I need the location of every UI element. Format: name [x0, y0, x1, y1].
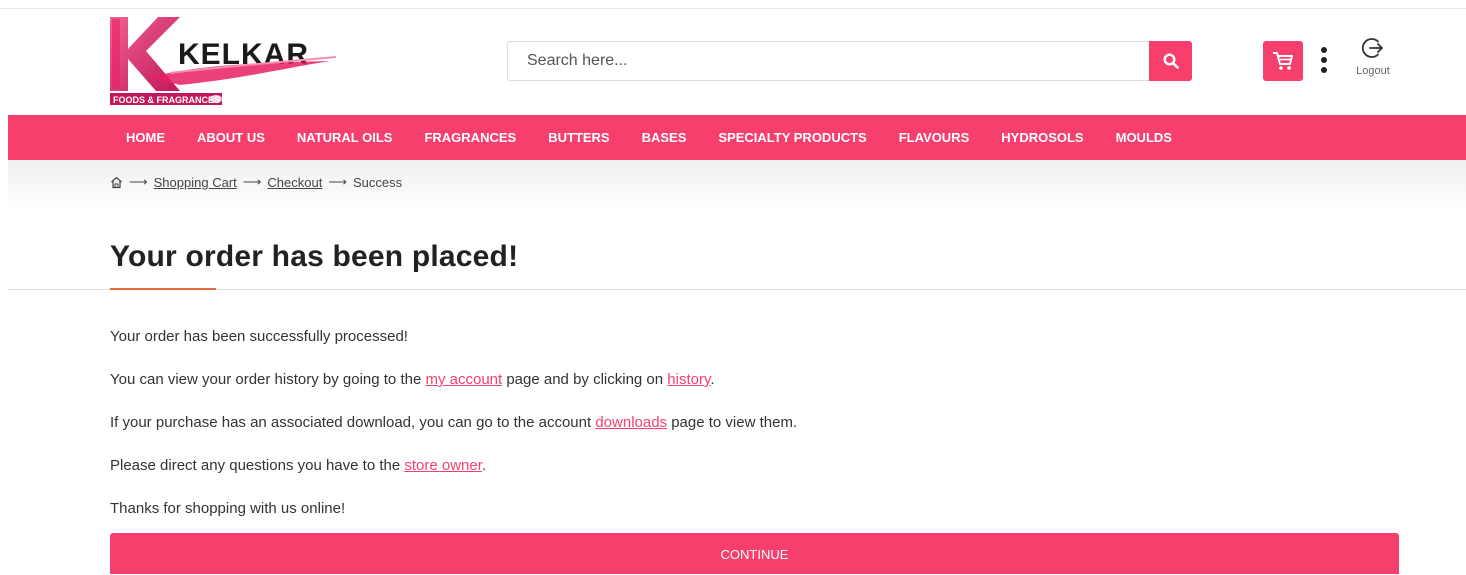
search-icon: [1162, 53, 1179, 69]
nav-item-bases[interactable]: BASES: [642, 115, 687, 160]
title-divider: [8, 289, 1466, 290]
more-dots-icon: [1321, 47, 1327, 53]
nav-item-hydrosols[interactable]: HYDROSOLS: [1001, 115, 1083, 160]
arrow-right-icon: ⟶: [328, 174, 347, 189]
nav-item-specialty-products[interactable]: SPECIALTY PRODUCTS: [718, 115, 866, 160]
downloads-link[interactable]: downloads: [595, 414, 667, 431]
kelkar-logo[interactable]: KELKAR FOODS & FRAGRANCES: [110, 17, 336, 105]
message-questions: Please direct any questions you have to …: [110, 457, 487, 474]
more-menu-button[interactable]: [1316, 44, 1332, 78]
nav-item-home[interactable]: HOME: [126, 115, 165, 160]
message-history: You can view your order history by going…: [110, 371, 715, 388]
message-processed: Your order has been successfully process…: [110, 328, 408, 345]
breadcrumb-checkout[interactable]: Checkout: [267, 175, 322, 190]
nav-item-butters[interactable]: BUTTERS: [548, 115, 609, 160]
success-message: Your order has been successfully process…: [110, 325, 797, 540]
cart-button[interactable]: [1263, 41, 1303, 81]
search-button[interactable]: [1149, 41, 1192, 81]
logout-icon: [1361, 38, 1383, 58]
page-title: Your order has been placed!: [110, 240, 519, 273]
main-nav: HOME ABOUT US NATURAL OILS FRAGRANCES BU…: [8, 115, 1466, 160]
title-accent-underline: [110, 288, 216, 290]
home-icon[interactable]: [110, 176, 123, 189]
arrow-right-icon: ⟶: [242, 174, 262, 189]
logout-label: Logout: [1356, 65, 1390, 77]
arrow-right-icon: ⟶: [129, 174, 148, 189]
history-link[interactable]: history: [667, 371, 710, 388]
my-account-link[interactable]: my account: [425, 371, 502, 388]
nav-item-fragrances[interactable]: FRAGRANCES: [424, 115, 516, 160]
logo-tagline: FOODS & FRAGRANCES: [113, 95, 220, 105]
breadcrumb-success: Success: [352, 174, 403, 190]
cart-icon: [1273, 52, 1293, 70]
nav-item-flavours[interactable]: FLAVOURS: [899, 115, 970, 160]
message-downloads: If your purchase has an associated downl…: [110, 414, 798, 431]
top-divider: [0, 8, 1466, 9]
breadcrumb-shopping-cart[interactable]: Shopping Cart: [154, 175, 237, 190]
store-owner-link[interactable]: store owner: [404, 457, 482, 474]
nav-item-natural-oils[interactable]: NATURAL OILS: [297, 115, 393, 160]
search-bar: [507, 41, 1192, 81]
search-input[interactable]: [508, 42, 1148, 80]
message-thanks: Thanks for shopping with us online!: [110, 500, 346, 517]
logout-button[interactable]: Logout: [1348, 36, 1398, 86]
nav-item-about-us[interactable]: ABOUT US: [197, 115, 265, 160]
nav-item-moulds[interactable]: MOULDS: [1116, 115, 1172, 160]
continue-button[interactable]: CONTINUE: [110, 533, 1399, 574]
breadcrumb: ⟶ Shopping Cart ⟶ Checkout ⟶ Success: [110, 174, 402, 190]
